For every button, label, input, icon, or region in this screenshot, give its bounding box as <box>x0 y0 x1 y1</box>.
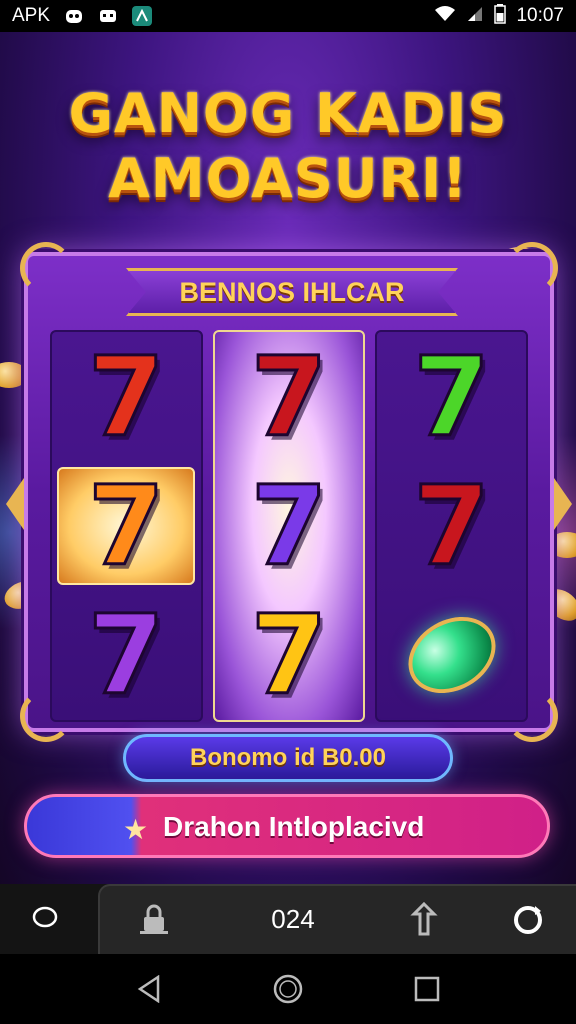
share-icon[interactable] <box>406 900 442 940</box>
banner-label: BENNOS IHLCAR <box>179 276 405 307</box>
slot-machine: BENNOS IHLCAR 7 7 7 7 7 7 7 7 <box>6 242 572 742</box>
app-icon <box>132 6 153 26</box>
slot-game-screen: GANOG KADIS AMOASURI! BENNOS IHLCAR 7 7 … <box>0 32 576 954</box>
reel-cell: 7 <box>57 596 195 714</box>
wifi-icon <box>434 5 456 28</box>
reel-cell: 7 <box>220 338 358 456</box>
game-bottom-bar: 024 <box>0 884 576 954</box>
refresh-icon[interactable] <box>510 900 546 940</box>
reels: 7 7 7 7 7 7 7 7 <box>50 330 529 722</box>
yellow-seven-icon: 7 <box>249 591 329 720</box>
status-bar: APK 10:07 <box>0 0 576 32</box>
reel-cell: 7 <box>383 467 521 585</box>
green-seven-icon: 7 <box>412 332 492 461</box>
carrier-label: APK <box>12 5 51 26</box>
game-title-line1: GANOG KADIS <box>68 82 508 145</box>
red-seven-icon: 7 <box>249 332 329 461</box>
reel-1: 7 7 7 <box>50 330 203 722</box>
orange-seven-icon: 7 <box>87 461 167 590</box>
battery-icon <box>494 3 507 29</box>
reel-cell <box>383 596 521 714</box>
game-toolbar: 024 <box>98 884 576 954</box>
green-gem-icon <box>394 602 510 709</box>
corner-ornament <box>20 242 72 294</box>
game-counter: 024 <box>271 904 315 934</box>
gamepad-icon <box>64 6 84 26</box>
bonus-label: Bonomo id B0.00 <box>189 744 387 771</box>
lock-icon[interactable] <box>136 900 172 940</box>
chat-icon[interactable] <box>30 902 60 932</box>
reel-cell: 7 <box>57 338 195 456</box>
signal-icon <box>466 5 484 28</box>
reel-cell: 7 <box>220 467 358 585</box>
star-icon: ★ <box>123 813 149 846</box>
reel-cell: 7 <box>220 596 358 714</box>
action-button[interactable]: ★ Drahon Intloplacivd <box>24 794 550 858</box>
controller-icon <box>98 6 118 26</box>
bonus-display[interactable]: Bonomo id B0.00 <box>123 734 453 782</box>
purple-seven-icon: 7 <box>249 461 329 590</box>
purple-seven-icon: 7 <box>87 591 167 720</box>
reel-left-arrow[interactable] <box>6 478 24 530</box>
reel-cell-highlighted: 7 <box>57 461 196 590</box>
red-seven-icon: 7 <box>412 461 492 590</box>
status-clock: 10:07 <box>516 5 564 26</box>
home-icon[interactable] <box>268 969 308 1009</box>
game-title-line2: AMOASURI! <box>108 147 468 210</box>
reel-3: 7 7 <box>375 330 529 722</box>
back-icon[interactable] <box>129 969 169 1009</box>
recents-icon[interactable] <box>407 969 447 1009</box>
system-nav-bar <box>0 954 576 1024</box>
reel-2: 7 7 7 <box>212 330 366 722</box>
machine-banner: BENNOS IHLCAR <box>126 268 458 316</box>
action-button-label: Drahon Intloplacivd <box>163 811 425 842</box>
red-seven-icon: 7 <box>87 332 167 461</box>
reel-cell: 7 <box>383 338 521 456</box>
corner-ornament <box>506 242 558 294</box>
reel-right-arrow[interactable] <box>554 478 572 530</box>
